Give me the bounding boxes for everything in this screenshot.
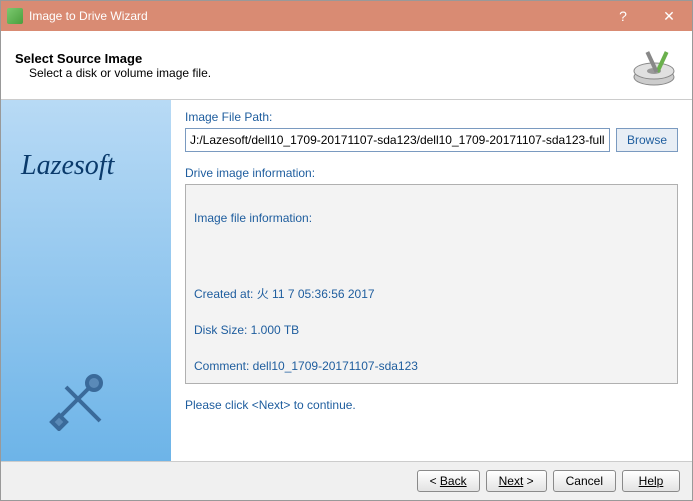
titlebar: Image to Drive Wizard ? ✕ <box>1 1 692 31</box>
info-disk-size: Disk Size: 1.000 TB <box>194 321 669 339</box>
wizard-header: Select Source Image Select a disk or vol… <box>1 31 692 100</box>
header-subtitle: Select a disk or volume image file. <box>29 66 630 80</box>
browse-button[interactable]: Browse <box>616 128 678 152</box>
path-label: Image File Path: <box>185 110 678 124</box>
sidebar: Lazesoft <box>1 100 171 461</box>
image-path-input[interactable] <box>185 128 610 152</box>
next-button[interactable]: Next > <box>486 470 547 492</box>
drive-info-box: Image file information: Created at: 火 11… <box>185 184 678 384</box>
info-created: Created at: 火 11 7 05:36:56 2017 <box>194 285 669 303</box>
help-button[interactable]: Help <box>622 470 680 492</box>
brand-logo: Lazesoft <box>21 150 114 182</box>
info-label: Drive image information: <box>185 166 678 180</box>
app-icon <box>7 8 23 24</box>
help-titlebar-button[interactable]: ? <box>600 1 646 31</box>
tools-icon <box>46 367 110 431</box>
info-comment: Comment: dell10_1709-20171107-sda123 <box>194 357 669 375</box>
drive-icon <box>630 41 678 89</box>
main-panel: Image File Path: Browse Drive image info… <box>171 100 692 461</box>
info-title: Image file information: <box>194 209 669 227</box>
back-button[interactable]: < Back <box>417 470 480 492</box>
window-title: Image to Drive Wizard <box>29 9 600 23</box>
header-title: Select Source Image <box>15 51 630 66</box>
cancel-button[interactable]: Cancel <box>553 470 616 492</box>
wizard-footer: < Back Next > Cancel Help <box>1 461 692 500</box>
close-button[interactable]: ✕ <box>646 1 692 31</box>
hint-text: Please click <Next> to continue. <box>185 398 678 412</box>
